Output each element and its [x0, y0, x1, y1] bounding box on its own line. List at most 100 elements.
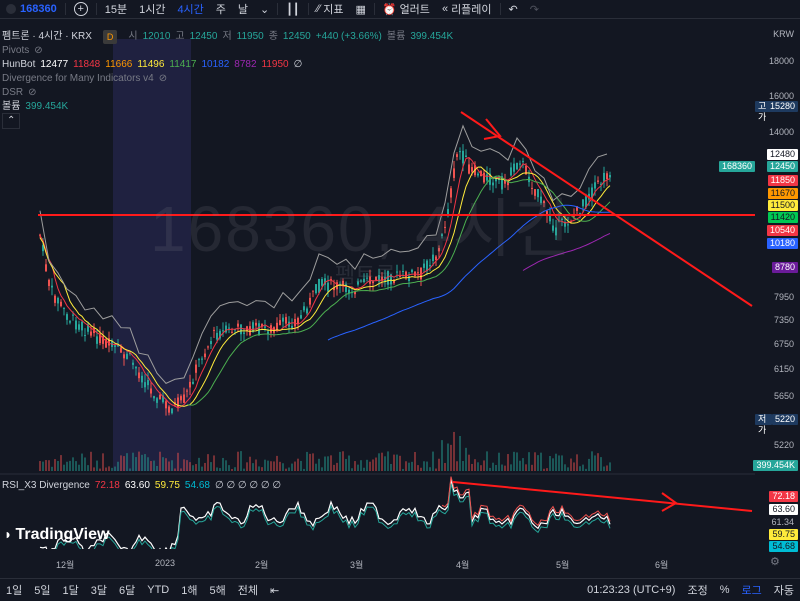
volume-bar — [90, 451, 92, 471]
time-tick: 12월 — [56, 560, 75, 570]
candle-body — [318, 278, 320, 293]
volume-bar — [327, 456, 329, 471]
eye-off-icon[interactable]: ⊘ — [34, 44, 42, 58]
adjust-toggle[interactable]: 조정 — [681, 582, 713, 598]
volume-bar — [138, 451, 140, 471]
high-value: 12450 — [189, 31, 218, 42]
volume-bar — [246, 462, 248, 471]
candle-body — [165, 401, 167, 409]
candle-body — [516, 163, 518, 170]
replay-button[interactable]: « 리플레이 — [436, 0, 498, 18]
log-toggle[interactable]: 로그 — [736, 582, 768, 598]
redo-button[interactable]: ↷ — [524, 0, 545, 18]
candle-body — [519, 163, 521, 165]
range-5y[interactable]: 5해 — [204, 582, 232, 598]
indicators-icon: ⁄⁄ — [316, 3, 321, 15]
symbol-search[interactable]: 168360 — [0, 0, 63, 18]
volume-bar — [393, 454, 395, 471]
volume-bar — [177, 452, 179, 471]
templates-button[interactable]: ▦ — [349, 0, 371, 18]
time-axis[interactable]: 12월 2023 2월 3월 4월 5월 6월 — [0, 556, 755, 572]
volume-bar — [417, 465, 419, 471]
rsi-v2: 63.60 — [124, 480, 150, 491]
candle-body — [297, 318, 299, 324]
range-ytd[interactable]: YTD — [141, 584, 175, 596]
legend-volume-row[interactable]: 볼륨 399.454K — [2, 100, 522, 114]
candle-body — [201, 358, 203, 360]
goto-date-button[interactable]: ⇤ — [264, 584, 285, 597]
rsi-v4: 54.68 — [184, 480, 210, 491]
range-1y[interactable]: 1해 — [175, 582, 203, 598]
candle-body — [216, 332, 218, 340]
replay-label: 리플레이 — [451, 4, 492, 16]
compare-add-button[interactable]: + — [68, 0, 94, 18]
chevron-up-icon[interactable]: ⌃ — [2, 113, 21, 129]
eye-off-icon[interactable]: ⊘ — [28, 86, 36, 100]
range-all[interactable]: 전체 — [232, 582, 264, 598]
candle-body — [183, 394, 185, 403]
legend-title[interactable]: 펨트론 · 4시간 · KRX — [2, 30, 92, 44]
volume-bar — [315, 463, 317, 471]
rsi-zeros: ∅ ∅ ∅ ∅ ∅ ∅ — [214, 480, 282, 491]
tradingview-logo[interactable]: ◗ TradingView — [4, 526, 109, 544]
range-6m[interactable]: 6달 — [113, 582, 141, 598]
interval-1h[interactable]: 1시간 — [133, 0, 171, 18]
auto-toggle[interactable]: 자동 — [768, 582, 800, 598]
legend-collapse[interactable]: ⌃ — [2, 113, 522, 129]
volume-bar — [129, 468, 131, 471]
volume-bar — [159, 451, 161, 471]
legend-hunbot-row[interactable]: HunBot 12477 11848 11666 11496 11417 101… — [2, 58, 522, 72]
alert-button[interactable]: ⏰ 얼러트 — [377, 0, 436, 18]
volume-legend-value: 399.454K — [410, 31, 454, 42]
interval-day[interactable]: 날 — [232, 0, 254, 18]
clock[interactable]: 01:23:23 (UTC+9) — [581, 584, 681, 596]
rsi-legend[interactable]: RSI_X3 Divergence 72.18 63.60 59.75 54.6… — [2, 480, 281, 491]
price-tick: 16000 — [768, 91, 794, 101]
volume-bar — [207, 454, 209, 471]
interval-4h[interactable]: 4시간 — [171, 0, 209, 18]
volume-bar — [570, 458, 572, 471]
undo-button[interactable]: ↶ — [503, 0, 524, 18]
legend-dsr-row[interactable]: DSR ⊘ — [2, 86, 522, 100]
price-scale[interactable]: KRW 18000 16000 고가 15280 14000 12480 168… — [718, 19, 800, 552]
interval-15m[interactable]: 15분 — [99, 0, 133, 18]
interval-week[interactable]: 주 — [210, 0, 232, 18]
volume-bar — [399, 455, 401, 471]
volume-bar — [420, 467, 422, 471]
volume-bar — [504, 465, 506, 471]
volume-bar — [429, 467, 431, 471]
rsi-trend-line[interactable] — [452, 481, 753, 512]
percent-toggle[interactable]: % — [714, 584, 736, 596]
volume-bar — [69, 460, 71, 471]
volume-bar — [579, 466, 581, 471]
range-5d[interactable]: 5일 — [28, 582, 56, 598]
candle-body — [603, 172, 605, 182]
eye-off-icon[interactable]: ⊘ — [159, 72, 167, 86]
volume-bar — [495, 464, 497, 471]
volume-bar — [117, 461, 119, 471]
legend-divergence-row[interactable]: Divergence for Many Indicators v4 ⊘ — [2, 72, 522, 86]
legend-pivots-row[interactable]: Pivots ⊘ — [2, 44, 522, 58]
volume-bar — [381, 452, 383, 471]
chart-type-button[interactable]: ┃┃ — [280, 0, 305, 18]
candle-body — [120, 347, 122, 353]
volume-bar — [450, 444, 452, 471]
candle-body — [57, 297, 59, 304]
candle-body — [75, 320, 77, 330]
range-1d[interactable]: 1일 — [0, 582, 28, 598]
time-axis-settings[interactable]: ⚙ — [770, 555, 780, 568]
interval-dropdown[interactable]: ⌄ — [254, 0, 275, 18]
volume-bar — [375, 457, 377, 471]
price-tick: 5220 — [773, 440, 794, 450]
volume-legend-label: 볼륨 — [386, 31, 406, 42]
indicators-button[interactable]: ⁄⁄ 지표 — [311, 0, 350, 18]
range-3m[interactable]: 3달 — [85, 582, 113, 598]
volume-bar — [174, 468, 176, 471]
candle-body — [222, 330, 224, 332]
volume-bar — [66, 461, 68, 471]
range-1m[interactable]: 1달 — [57, 582, 85, 598]
candle-body — [594, 182, 596, 189]
candle-body — [315, 284, 317, 294]
volume-bar — [405, 461, 407, 471]
rsi-tag: 54.68 — [769, 541, 798, 552]
